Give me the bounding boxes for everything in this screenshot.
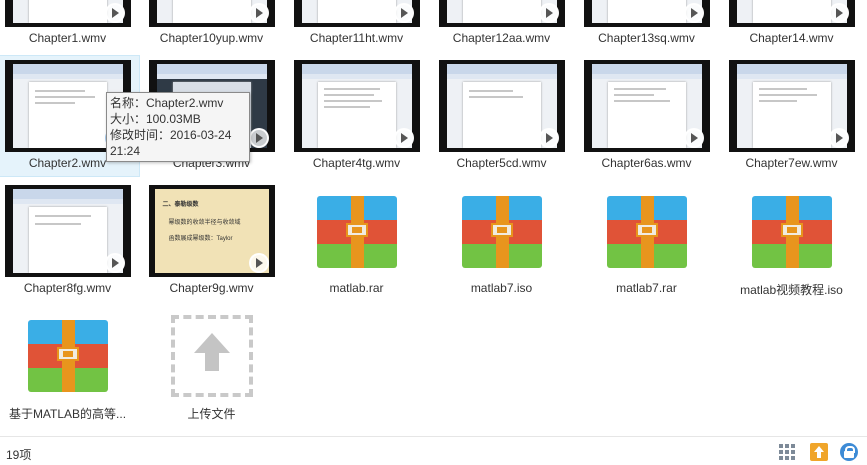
play-icon[interactable] <box>683 128 704 148</box>
video-thumbnail <box>583 60 710 152</box>
file-tile[interactable]: matlab.rar <box>284 180 429 302</box>
file-tile[interactable]: 二、泰勒级数 幂级数的收敛半径与收敛域 函数展成幂级数：Taylor Chapt… <box>139 180 284 302</box>
file-name: matlab7.iso <box>470 281 533 295</box>
slide-heading: 二、泰勒级数 <box>162 202 199 208</box>
file-tile[interactable]: Chapter8fg.wmv <box>0 180 140 302</box>
file-name: 基于MATLAB的高等... <box>8 407 127 421</box>
play-icon[interactable] <box>248 253 269 273</box>
file-name: Chapter11ht.wmv <box>309 31 404 45</box>
file-tile[interactable]: Chapter6as.wmv <box>574 55 719 177</box>
grid-view-icon[interactable] <box>778 443 796 461</box>
video-thumbnail <box>438 0 565 27</box>
video-thumbnail <box>4 185 131 277</box>
file-tile[interactable]: Chapter5cd.wmv <box>429 55 574 177</box>
file-tile[interactable]: matlab视频教程.iso <box>719 180 864 302</box>
file-info-tooltip: 名称：Chapter2.wmv 大小：100.03MB 修改时间：2016-03… <box>106 92 250 162</box>
file-name: matlab.rar <box>329 281 384 295</box>
play-icon[interactable] <box>393 3 414 23</box>
file-tile[interactable]: matlab7.rar <box>574 180 719 302</box>
tooltip-time: 21:24 <box>110 144 141 158</box>
play-icon[interactable] <box>828 128 849 148</box>
video-thumbnail <box>728 0 855 27</box>
file-name: Chapter10yup.wmv <box>159 31 264 45</box>
file-name: Chapter13sq.wmv <box>598 31 695 45</box>
archive-icon <box>316 196 397 268</box>
status-bar: 19项 <box>0 436 867 465</box>
video-thumbnail <box>293 60 420 152</box>
file-name: Chapter14.wmv <box>749 31 834 45</box>
video-thumbnail: 二、泰勒级数 幂级数的收敛半径与收敛域 函数展成幂级数：Taylor <box>148 185 275 277</box>
archive-icon <box>461 196 542 268</box>
file-tile[interactable]: 基于MATLAB的高等... <box>0 304 140 426</box>
play-icon[interactable] <box>683 3 704 23</box>
play-icon[interactable] <box>248 3 269 23</box>
upload-icon[interactable] <box>810 443 828 461</box>
slide-bullet: 幂级数的收敛半径与收敛域 <box>168 220 241 226</box>
file-name: matlab7.rar <box>616 281 677 295</box>
file-name: Chapter4tg.wmv <box>312 156 401 170</box>
file-grid: Chapter1.wmv Chapter10yup.wmv Chapter11h… <box>0 0 867 436</box>
archive-icon <box>27 320 108 392</box>
tooltip-modified: 修改时间：2016-03-24 <box>110 128 232 142</box>
tooltip-size: 大小：100.03MB <box>110 112 201 126</box>
play-icon[interactable] <box>104 3 125 23</box>
play-icon[interactable] <box>538 128 559 148</box>
play-icon[interactable] <box>828 3 849 23</box>
archive-icon <box>606 196 687 268</box>
upload-placeholder-icon[interactable] <box>170 315 253 397</box>
video-thumbnail <box>728 60 855 152</box>
file-tile[interactable]: Chapter7ew.wmv <box>719 55 864 177</box>
upload-tile[interactable]: 上传文件 <box>139 304 284 426</box>
file-name: Chapter6as.wmv <box>601 156 692 170</box>
play-icon[interactable] <box>393 128 414 148</box>
file-tile[interactable]: matlab7.iso <box>429 180 574 302</box>
file-name: matlab视频教程.iso <box>740 283 843 297</box>
slide-bullet: 函数展成幂级数：Taylor <box>168 236 233 242</box>
video-thumbnail <box>148 0 275 27</box>
play-icon[interactable] <box>538 3 559 23</box>
play-icon[interactable] <box>248 128 269 148</box>
item-count: 19项 <box>6 448 32 462</box>
file-name: Chapter9g.wmv <box>169 281 254 295</box>
video-thumbnail <box>438 60 565 152</box>
video-thumbnail <box>4 0 131 27</box>
tooltip-name: 名称：Chapter2.wmv <box>110 96 224 110</box>
play-icon[interactable] <box>104 253 125 273</box>
lock-icon[interactable] <box>840 443 858 461</box>
video-thumbnail <box>583 0 710 27</box>
file-name: Chapter12aa.wmv <box>452 31 551 45</box>
archive-icon <box>751 196 832 268</box>
file-name: Chapter8fg.wmv <box>23 281 112 295</box>
file-tile[interactable]: Chapter4tg.wmv <box>284 55 429 177</box>
file-name: Chapter5cd.wmv <box>456 156 547 170</box>
upload-label: 上传文件 <box>187 407 236 421</box>
file-name: Chapter1.wmv <box>28 31 107 45</box>
file-name: Chapter7ew.wmv <box>745 156 838 170</box>
video-thumbnail <box>293 0 420 27</box>
